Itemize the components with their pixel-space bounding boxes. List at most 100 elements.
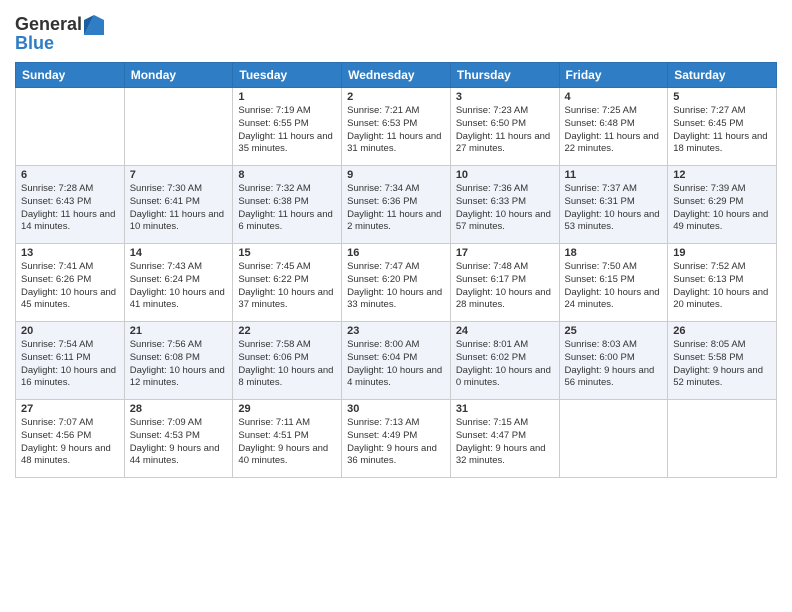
day-number: 13 bbox=[21, 247, 119, 259]
day-number: 19 bbox=[673, 247, 771, 259]
day-number: 5 bbox=[673, 91, 771, 103]
day-number: 17 bbox=[456, 247, 554, 259]
cell-content: Sunrise: 7:50 AMSunset: 6:15 PMDaylight:… bbox=[565, 261, 663, 312]
cell-content: Sunrise: 7:23 AMSunset: 6:50 PMDaylight:… bbox=[456, 105, 554, 156]
calendar-cell: 28 Sunrise: 7:09 AMSunset: 4:53 PMDayligh… bbox=[124, 400, 233, 478]
cell-content: Sunrise: 7:11 AMSunset: 4:51 PMDaylight:… bbox=[238, 417, 336, 468]
calendar-cell: 27 Sunrise: 7:07 AMSunset: 4:56 PMDayligh… bbox=[16, 400, 125, 478]
cell-content: Sunrise: 7:47 AMSunset: 6:20 PMDaylight:… bbox=[347, 261, 445, 312]
calendar-cell: 17 Sunrise: 7:48 AMSunset: 6:17 PMDayligh… bbox=[450, 244, 559, 322]
cell-content: Sunrise: 7:45 AMSunset: 6:22 PMDaylight:… bbox=[238, 261, 336, 312]
day-number: 12 bbox=[673, 169, 771, 181]
calendar-cell: 7 Sunrise: 7:30 AMSunset: 6:41 PMDaylight… bbox=[124, 166, 233, 244]
calendar-cell: 8Sunrise: 7:32 AMSunset: 6:38 PMDaylight… bbox=[233, 166, 342, 244]
calendar-cell: 30Sunrise: 7:13 AMSunset: 4:49 PMDayligh… bbox=[342, 400, 451, 478]
cell-content: Sunrise: 8:05 AMSunset: 5:58 PMDaylight:… bbox=[673, 339, 771, 390]
cell-content: Sunrise: 7:43 AMSunset: 6:24 PMDaylight:… bbox=[130, 261, 228, 312]
day-number: 16 bbox=[347, 247, 445, 259]
cell-content: Sunrise: 7:25 AMSunset: 6:48 PMDaylight:… bbox=[565, 105, 663, 156]
calendar-cell: 12 Sunrise: 7:39 AMSunset: 6:29 PMDayligh… bbox=[668, 166, 777, 244]
day-number: 21 bbox=[130, 325, 228, 337]
calendar-cell bbox=[16, 88, 125, 166]
day-number: 10 bbox=[456, 169, 554, 181]
calendar-cell: 5 Sunrise: 7:27 AMSunset: 6:45 PMDaylight… bbox=[668, 88, 777, 166]
calendar-cell: 24Sunrise: 8:01 AMSunset: 6:02 PMDayligh… bbox=[450, 322, 559, 400]
day-number: 2 bbox=[347, 91, 445, 103]
day-number: 4 bbox=[565, 91, 663, 103]
weekday-header-friday: Friday bbox=[559, 63, 668, 88]
calendar-row-2: 13 Sunrise: 7:41 AMSunset: 6:26 PMDayligh… bbox=[16, 244, 777, 322]
day-number: 28 bbox=[130, 403, 228, 415]
cell-content: Sunrise: 7:56 AMSunset: 6:08 PMDaylight:… bbox=[130, 339, 228, 390]
calendar-cell: 25Sunrise: 8:03 AMSunset: 6:00 PMDayligh… bbox=[559, 322, 668, 400]
calendar-cell: 18Sunrise: 7:50 AMSunset: 6:15 PMDayligh… bbox=[559, 244, 668, 322]
logo-icon bbox=[84, 15, 104, 35]
calendar-cell bbox=[559, 400, 668, 478]
weekday-header-wednesday: Wednesday bbox=[342, 63, 451, 88]
day-number: 20 bbox=[21, 325, 119, 337]
day-number: 9 bbox=[347, 169, 445, 181]
cell-content: Sunrise: 7:58 AMSunset: 6:06 PMDaylight:… bbox=[238, 339, 336, 390]
logo-blue: Blue bbox=[15, 33, 104, 54]
calendar-cell: 16 Sunrise: 7:47 AMSunset: 6:20 PMDayligh… bbox=[342, 244, 451, 322]
logo: General Blue bbox=[15, 14, 104, 54]
cell-content: Sunrise: 7:52 AMSunset: 6:13 PMDaylight:… bbox=[673, 261, 771, 312]
calendar-row-1: 6 Sunrise: 7:28 AMSunset: 6:43 PMDaylight… bbox=[16, 166, 777, 244]
day-number: 11 bbox=[565, 169, 663, 181]
calendar-cell: 21 Sunrise: 7:56 AMSunset: 6:08 PMDayligh… bbox=[124, 322, 233, 400]
day-number: 3 bbox=[456, 91, 554, 103]
cell-content: Sunrise: 7:07 AMSunset: 4:56 PMDaylight:… bbox=[21, 417, 119, 468]
cell-content: Sunrise: 7:41 AMSunset: 6:26 PMDaylight:… bbox=[21, 261, 119, 312]
calendar-cell bbox=[124, 88, 233, 166]
calendar-cell: 6 Sunrise: 7:28 AMSunset: 6:43 PMDaylight… bbox=[16, 166, 125, 244]
calendar-cell: 2 Sunrise: 7:21 AMSunset: 6:53 PMDaylight… bbox=[342, 88, 451, 166]
cell-content: Sunrise: 7:37 AMSunset: 6:31 PMDaylight:… bbox=[565, 183, 663, 234]
cell-content: Sunrise: 7:15 AMSunset: 4:47 PMDaylight:… bbox=[456, 417, 554, 468]
page-header: General Blue bbox=[15, 10, 777, 54]
weekday-header-tuesday: Tuesday bbox=[233, 63, 342, 88]
day-number: 6 bbox=[21, 169, 119, 181]
day-number: 8 bbox=[238, 169, 336, 181]
cell-content: Sunrise: 7:39 AMSunset: 6:29 PMDaylight:… bbox=[673, 183, 771, 234]
calendar-cell: 13 Sunrise: 7:41 AMSunset: 6:26 PMDayligh… bbox=[16, 244, 125, 322]
day-number: 27 bbox=[21, 403, 119, 415]
day-number: 25 bbox=[565, 325, 663, 337]
calendar-cell bbox=[668, 400, 777, 478]
calendar-cell: 1 Sunrise: 7:19 AMSunset: 6:55 PMDaylight… bbox=[233, 88, 342, 166]
cell-content: Sunrise: 7:48 AMSunset: 6:17 PMDaylight:… bbox=[456, 261, 554, 312]
day-number: 29 bbox=[238, 403, 336, 415]
logo-general: General bbox=[15, 14, 82, 35]
calendar-cell: 3 Sunrise: 7:23 AMSunset: 6:50 PMDaylight… bbox=[450, 88, 559, 166]
cell-content: Sunrise: 7:30 AMSunset: 6:41 PMDaylight:… bbox=[130, 183, 228, 234]
cell-content: Sunrise: 7:36 AMSunset: 6:33 PMDaylight:… bbox=[456, 183, 554, 234]
day-number: 1 bbox=[238, 91, 336, 103]
day-number: 15 bbox=[238, 247, 336, 259]
cell-content: Sunrise: 7:27 AMSunset: 6:45 PMDaylight:… bbox=[673, 105, 771, 156]
cell-content: Sunrise: 8:00 AMSunset: 6:04 PMDaylight:… bbox=[347, 339, 445, 390]
cell-content: Sunrise: 7:28 AMSunset: 6:43 PMDaylight:… bbox=[21, 183, 119, 234]
day-number: 22 bbox=[238, 325, 336, 337]
calendar-cell: 19 Sunrise: 7:52 AMSunset: 6:13 PMDayligh… bbox=[668, 244, 777, 322]
day-number: 31 bbox=[456, 403, 554, 415]
day-number: 7 bbox=[130, 169, 228, 181]
cell-content: Sunrise: 7:21 AMSunset: 6:53 PMDaylight:… bbox=[347, 105, 445, 156]
day-number: 26 bbox=[673, 325, 771, 337]
cell-content: Sunrise: 7:34 AMSunset: 6:36 PMDaylight:… bbox=[347, 183, 445, 234]
weekday-header-monday: Monday bbox=[124, 63, 233, 88]
weekday-header-sunday: Sunday bbox=[16, 63, 125, 88]
calendar-row-3: 20 Sunrise: 7:54 AMSunset: 6:11 PMDayligh… bbox=[16, 322, 777, 400]
calendar-cell: 10 Sunrise: 7:36 AMSunset: 6:33 PMDayligh… bbox=[450, 166, 559, 244]
calendar-cell: 14 Sunrise: 7:43 AMSunset: 6:24 PMDayligh… bbox=[124, 244, 233, 322]
calendar-row-4: 27 Sunrise: 7:07 AMSunset: 4:56 PMDayligh… bbox=[16, 400, 777, 478]
cell-content: Sunrise: 8:01 AMSunset: 6:02 PMDaylight:… bbox=[456, 339, 554, 390]
calendar-cell: 11 Sunrise: 7:37 AMSunset: 6:31 PMDayligh… bbox=[559, 166, 668, 244]
cell-content: Sunrise: 7:09 AMSunset: 4:53 PMDaylight:… bbox=[130, 417, 228, 468]
weekday-header-saturday: Saturday bbox=[668, 63, 777, 88]
cell-content: Sunrise: 7:54 AMSunset: 6:11 PMDaylight:… bbox=[21, 339, 119, 390]
calendar-cell: 31 Sunrise: 7:15 AMSunset: 4:47 PMDayligh… bbox=[450, 400, 559, 478]
day-number: 14 bbox=[130, 247, 228, 259]
cell-content: Sunrise: 7:19 AMSunset: 6:55 PMDaylight:… bbox=[238, 105, 336, 156]
calendar-row-0: 1 Sunrise: 7:19 AMSunset: 6:55 PMDaylight… bbox=[16, 88, 777, 166]
cell-content: Sunrise: 7:13 AMSunset: 4:49 PMDaylight:… bbox=[347, 417, 445, 468]
calendar-cell: 29 Sunrise: 7:11 AMSunset: 4:51 PMDayligh… bbox=[233, 400, 342, 478]
